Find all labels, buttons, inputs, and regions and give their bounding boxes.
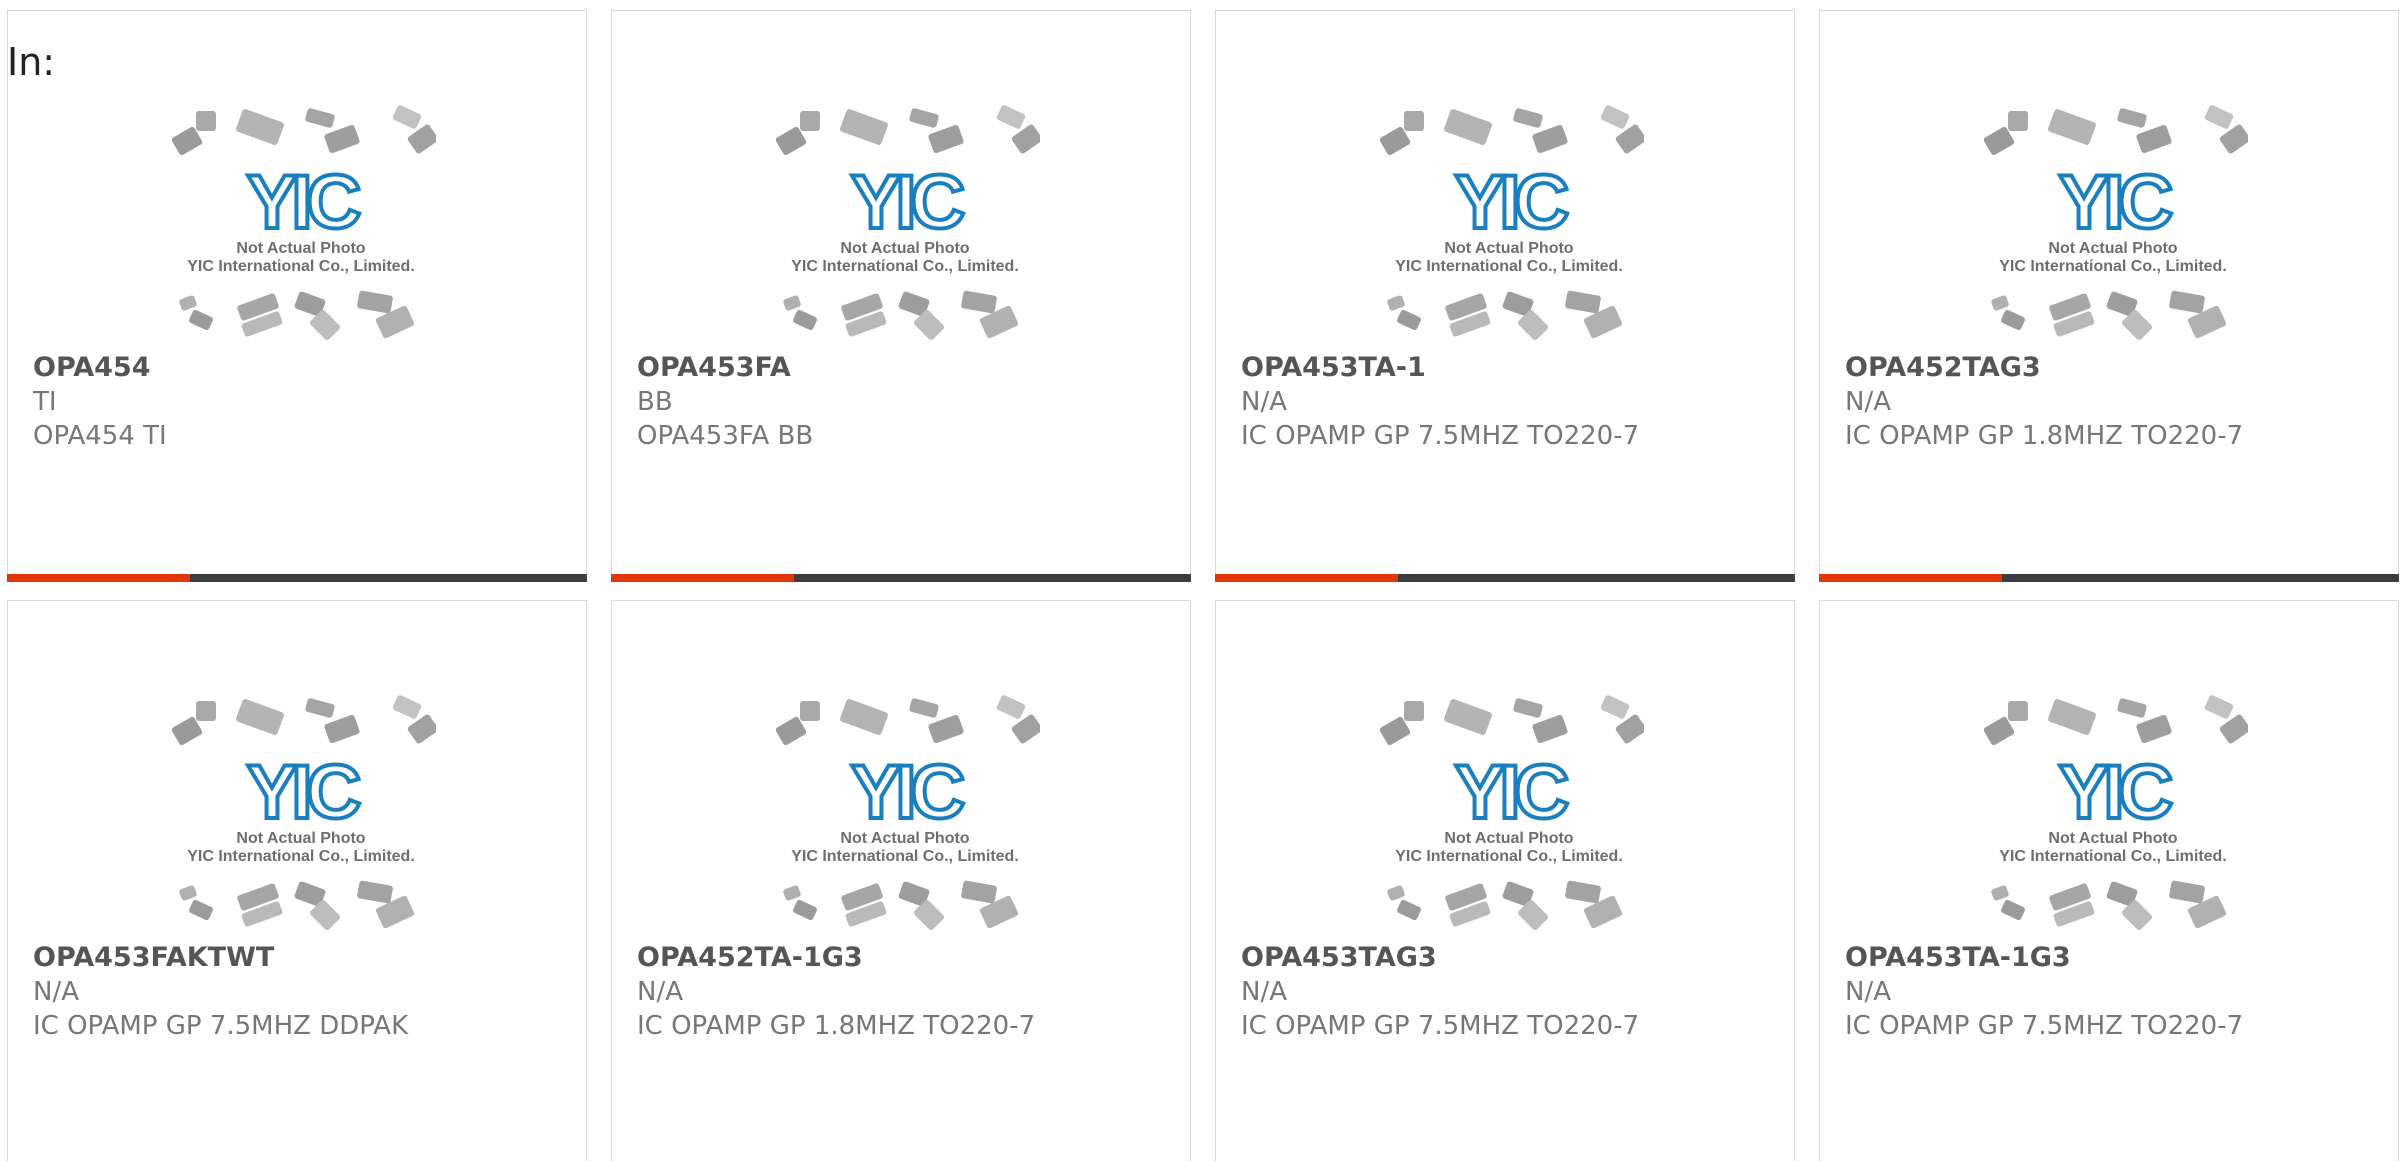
part-number-link[interactable]: OPA453FAKTWT (33, 941, 576, 975)
part-number-link[interactable]: OPA453TA-1G3 (1845, 941, 2388, 975)
manufacturer: BB (637, 387, 673, 417)
product-grid: YIC Not Actual Photo YIC International Co.… (7, 10, 2400, 582)
manufacturer: N/A (1845, 387, 1891, 417)
product-card[interactable]: YIC Not Actual Photo YIC International Co.… (1819, 600, 2399, 1161)
product-info: OPA454 TI OPA454 TI (33, 351, 576, 453)
card-footer-accent (1215, 574, 1398, 582)
description: IC OPAMP GP 7.5MHZ TO220-7 (1241, 1011, 1640, 1041)
product-info: OPA453TA-1 N/A IC OPAMP GP 7.5MHZ TO220-… (1241, 351, 1784, 453)
svg-text:Not Actual Photo: Not Actual Photo (840, 240, 969, 257)
svg-text:Not Actual Photo: Not Actual Photo (1444, 830, 1573, 847)
svg-text:YIC: YIC (851, 160, 964, 245)
product-card[interactable]: YIC Not Actual Photo YIC International Co.… (7, 10, 587, 582)
svg-text:YIC International Co., Limited: YIC International Co., Limited. (187, 848, 415, 865)
product-photo-placeholder: YIC Not Actual Photo YIC International Co.… (770, 691, 1040, 931)
svg-text:YIC International Co., Limited: YIC International Co., Limited. (1395, 848, 1623, 865)
product-grid-row-2: YIC Not Actual Photo YIC International Co.… (7, 600, 2400, 1161)
svg-text:YIC: YIC (851, 750, 964, 835)
product-photo-placeholder: YIC Not Actual Photo YIC International Co.… (166, 691, 436, 931)
product-photo-placeholder: YIC Not Actual Photo YIC International Co.… (1374, 691, 1644, 931)
product-card[interactable]: YIC Not Actual Photo YIC International Co.… (1215, 600, 1795, 1161)
manufacturer: N/A (1241, 977, 1287, 1007)
svg-text:YIC International Co., Limited: YIC International Co., Limited. (187, 258, 415, 275)
part-number-link[interactable]: OPA453TAG3 (1241, 941, 1784, 975)
part-number-link[interactable]: OPA454 (33, 351, 576, 385)
description: OPA454 TI (33, 421, 167, 451)
svg-text:YIC: YIC (1455, 160, 1568, 245)
svg-text:YIC International Co., Limited: YIC International Co., Limited. (1999, 258, 2227, 275)
card-footer-accent (611, 574, 794, 582)
card-footer-accent (1819, 574, 2002, 582)
card-footer-bar (7, 574, 587, 582)
svg-text:YIC International Co., Limited: YIC International Co., Limited. (1395, 258, 1623, 275)
product-photo-placeholder: YIC Not Actual Photo YIC International Co.… (1978, 691, 2248, 931)
product-photo-placeholder: YIC Not Actual Photo YIC International Co.… (166, 101, 436, 341)
svg-text:YIC: YIC (247, 160, 360, 245)
product-info: OPA453TAG3 N/A IC OPAMP GP 7.5MHZ TO220-… (1241, 941, 1784, 1043)
product-info: OPA453FAKTWT N/A IC OPAMP GP 7.5MHZ DDPA… (33, 941, 576, 1043)
description: IC OPAMP GP 7.5MHZ DDPAK (33, 1011, 409, 1041)
description: IC OPAMP GP 7.5MHZ TO220-7 (1241, 421, 1640, 451)
card-footer-bar (1819, 574, 2399, 582)
product-card[interactable]: YIC Not Actual Photo YIC International Co.… (1215, 10, 1795, 582)
product-info: OPA453TA-1G3 N/A IC OPAMP GP 7.5MHZ TO22… (1845, 941, 2388, 1043)
manufacturer: N/A (637, 977, 683, 1007)
description: IC OPAMP GP 7.5MHZ TO220-7 (1845, 1011, 2244, 1041)
filter-label: In: (7, 40, 56, 84)
svg-text:YIC International Co., Limited: YIC International Co., Limited. (1999, 848, 2227, 865)
part-number-link[interactable]: OPA452TA-1G3 (637, 941, 1180, 975)
svg-text:YIC: YIC (247, 750, 360, 835)
manufacturer: N/A (33, 977, 79, 1007)
product-photo-placeholder: YIC Not Actual Photo YIC International Co.… (1374, 101, 1644, 341)
product-listing-page: In: YIC Not Actual Photo YIC International… (0, 0, 2400, 1161)
svg-text:Not Actual Photo: Not Actual Photo (2048, 830, 2177, 847)
svg-text:YIC International Co., Limited: YIC International Co., Limited. (791, 258, 1019, 275)
product-card[interactable]: YIC Not Actual Photo YIC International Co.… (611, 10, 1191, 582)
svg-text:YIC: YIC (2059, 160, 2172, 245)
part-number-link[interactable]: OPA452TAG3 (1845, 351, 2388, 385)
product-photo-placeholder: YIC Not Actual Photo YIC International Co.… (770, 101, 1040, 341)
manufacturer: TI (33, 387, 57, 417)
svg-text:Not Actual Photo: Not Actual Photo (236, 240, 365, 257)
card-footer-bar (1215, 574, 1795, 582)
product-info: OPA453FA BB OPA453FA BB (637, 351, 1180, 453)
part-number-link[interactable]: OPA453FA (637, 351, 1180, 385)
product-info: OPA452TAG3 N/A IC OPAMP GP 1.8MHZ TO220-… (1845, 351, 2388, 453)
description: OPA453FA BB (637, 421, 814, 451)
svg-text:YIC International Co., Limited: YIC International Co., Limited. (791, 848, 1019, 865)
product-info: OPA452TA-1G3 N/A IC OPAMP GP 1.8MHZ TO22… (637, 941, 1180, 1043)
product-card[interactable]: YIC Not Actual Photo YIC International Co.… (611, 600, 1191, 1161)
svg-text:YIC: YIC (2059, 750, 2172, 835)
card-footer-bar (611, 574, 1191, 582)
svg-text:YIC: YIC (1455, 750, 1568, 835)
description: IC OPAMP GP 1.8MHZ TO220-7 (1845, 421, 2244, 451)
product-card[interactable]: YIC Not Actual Photo YIC International Co.… (7, 600, 587, 1161)
product-photo-placeholder: YIC Not Actual Photo YIC International Co.… (1978, 101, 2248, 341)
description: IC OPAMP GP 1.8MHZ TO220-7 (637, 1011, 1036, 1041)
svg-text:Not Actual Photo: Not Actual Photo (2048, 240, 2177, 257)
svg-text:Not Actual Photo: Not Actual Photo (1444, 240, 1573, 257)
part-number-link[interactable]: OPA453TA-1 (1241, 351, 1784, 385)
svg-text:Not Actual Photo: Not Actual Photo (840, 830, 969, 847)
manufacturer: N/A (1845, 977, 1891, 1007)
card-footer-accent (7, 574, 190, 582)
product-card[interactable]: YIC Not Actual Photo YIC International Co.… (1819, 10, 2399, 582)
svg-text:Not Actual Photo: Not Actual Photo (236, 830, 365, 847)
manufacturer: N/A (1241, 387, 1287, 417)
